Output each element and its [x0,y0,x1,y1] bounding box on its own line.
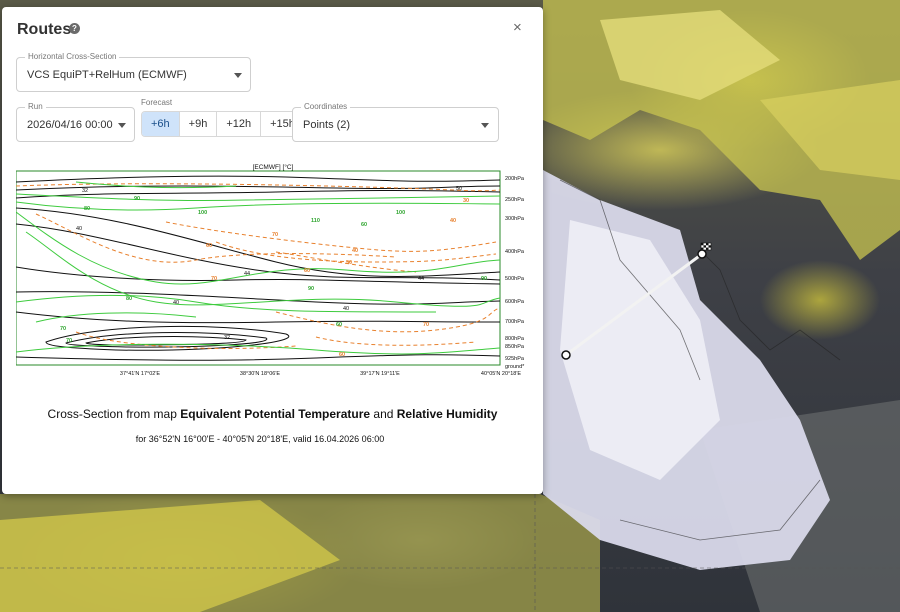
svg-text:50: 50 [456,186,462,192]
route-end-point [697,249,707,259]
cross-section-subtitle: for 36°52'N 16°00'E - 40°05'N 20°18'E, v… [135,434,385,444]
forecast-toggle-group: +6h +9h +12h +15h [141,111,305,137]
svg-text:100: 100 [198,210,207,216]
svg-text:80: 80 [126,296,132,302]
level-label: 700hPa [505,319,525,325]
level-label: 200hPa [505,176,525,182]
level-label: 400hPa [505,249,525,255]
svg-text:40: 40 [76,226,82,232]
level-label: 850hPa [505,344,525,350]
coordinates-value: Points (2) [303,119,351,131]
svg-text:70: 70 [272,232,278,238]
svg-text:44: 44 [244,271,250,277]
svg-text:70: 70 [423,322,429,328]
svg-text:110: 110 [311,218,320,224]
chevron-down-icon [481,123,489,128]
coordinates-select[interactable]: Coordinates Points (2) [292,102,499,142]
svg-text:32: 32 [82,188,88,194]
level-label: 250hPa [505,197,525,203]
svg-text:40: 40 [450,218,456,224]
forecast-label: Forecast [141,98,173,107]
svg-text:90: 90 [308,286,314,292]
x-axis-label: 37°41'N 17°02'E [120,371,160,377]
x-axis-label: 38°30'N 18°06'E [240,371,280,377]
svg-text:40: 40 [352,248,358,254]
svg-text:50: 50 [346,260,352,266]
routes-panel: Routes ? × Horizontal Cross-Section VCS … [2,7,543,494]
forecast-option-12h[interactable]: +12h [217,112,262,136]
svg-text:90: 90 [134,196,140,202]
forecast-option-9h[interactable]: +9h [180,112,218,136]
run-label: Run [25,102,46,111]
svg-text:60: 60 [336,322,342,328]
svg-text:70: 70 [60,326,66,332]
level-label: 800hPa [505,336,525,342]
svg-text:60: 60 [339,352,345,358]
level-label: 500hPa [505,276,525,282]
close-button[interactable]: × [513,19,522,36]
checkered-flag-icon [700,242,712,251]
chevron-down-icon [234,73,242,78]
cross-section-label: Horizontal Cross-Section [25,52,120,61]
cross-section-plot[interactable]: [ECMWF] [°C] 32 40 44 40 32 44 40 50 90 … [16,162,528,377]
help-icon[interactable]: ? [69,23,80,34]
level-label: 925hPa [505,356,525,362]
plot-header: [ECMWF] [°C] [253,163,294,171]
level-label: 300hPa [505,216,525,222]
cross-section-select[interactable]: Horizontal Cross-Section VCS EquiPT+RelH… [16,52,251,92]
svg-text:40: 40 [343,306,349,312]
svg-text:90: 90 [481,276,487,282]
svg-text:60: 60 [206,243,212,249]
chevron-down-icon [118,123,126,128]
svg-text:80: 80 [84,206,90,212]
svg-text:60: 60 [361,222,367,228]
svg-text:60: 60 [304,268,310,274]
level-label: ground* [505,364,525,370]
svg-text:100: 100 [396,210,405,216]
level-label: 600hPa [505,299,525,305]
svg-text:44: 44 [418,276,424,282]
panel-title: Routes [17,21,72,38]
run-select[interactable]: Run 2026/04/16 00:00 [16,102,135,142]
cross-section-caption: Cross-Section from map Equivalent Potent… [47,407,498,421]
route-start-point [561,350,571,360]
forecast-option-6h[interactable]: +6h [142,112,180,136]
cross-section-value: VCS EquiPT+RelHum (ECMWF) [27,69,187,81]
x-axis-label: 39°17'N 19°11'E [360,371,400,377]
x-axis-label: 40°05'N 20°18'E [481,371,521,377]
svg-text:70: 70 [211,276,217,282]
svg-text:40: 40 [173,300,179,306]
coordinates-label: Coordinates [301,102,351,111]
svg-text:30: 30 [463,198,469,204]
svg-text:32: 32 [224,335,230,341]
svg-text:70: 70 [66,338,72,344]
run-value: 2026/04/16 00:00 [27,119,113,131]
